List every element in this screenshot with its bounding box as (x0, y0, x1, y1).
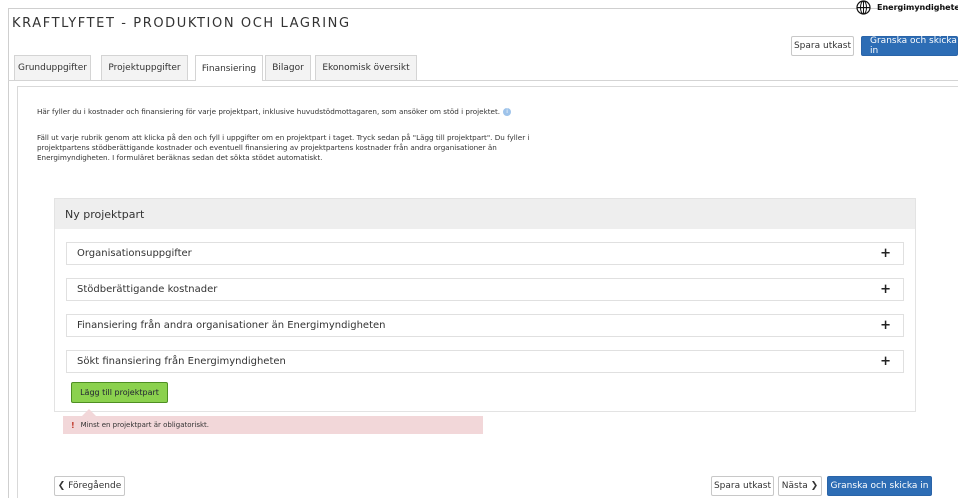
tab-grunduppgifter[interactable]: Grunduppgifter (14, 55, 91, 80)
intro-line-1: Här fyller du i kostnader och finansieri… (37, 107, 501, 116)
error-mark: ! (71, 420, 75, 430)
energimyndigheten-logo: Energimyndigheten (856, 0, 958, 15)
header-save-draft-button[interactable]: Spara utkast (791, 36, 854, 56)
panel-title: Ny projektpart (55, 199, 915, 229)
footer-review-submit-button[interactable]: Granska och skicka in (827, 476, 932, 496)
accordion-stodberattigande-kostnader[interactable]: Stödberättigande kostnader + (66, 278, 904, 301)
intro-paragraph-2-line-1: Fäll ut varje rubrik genom att klicka på… (37, 133, 530, 142)
error-message: Minst en projektpart är obligatoriskt. (80, 421, 210, 429)
next-button[interactable]: Nästa ❯ (778, 476, 822, 496)
validation-error: ! Minst en projektpart är obligatoriskt. (63, 416, 483, 434)
error-pointer (82, 409, 96, 416)
expand-plus-icon[interactable]: + (880, 282, 891, 297)
info-icon[interactable]: i (503, 108, 512, 116)
accordion-finansiering-andra-organisationer[interactable]: Finansiering från andra organisationer ä… (66, 314, 904, 337)
expand-plus-icon[interactable]: + (880, 318, 891, 333)
intro-paragraph-2-line-2: projektpartens stödberättigande kostnade… (37, 143, 497, 152)
accordion-label: Finansiering från andra organisationer ä… (77, 320, 386, 331)
accordion-sokt-finansiering[interactable]: Sökt finansiering från Energimyndigheten… (66, 350, 904, 373)
tab-ekonomisk-oversikt[interactable]: Ekonomisk översikt (315, 55, 417, 80)
expand-plus-icon[interactable]: + (880, 354, 891, 369)
accordion-organisationsuppgifter[interactable]: Organisationsuppgifter + (66, 242, 904, 265)
logo-text: Energimyndigheten (877, 3, 958, 12)
footer-save-draft-button[interactable]: Spara utkast (711, 476, 774, 496)
accordion-label: Organisationsuppgifter (77, 248, 192, 259)
tab-finansiering[interactable]: Finansiering (195, 55, 263, 81)
previous-button[interactable]: ❮ Föregående (54, 476, 125, 496)
tab-bilagor[interactable]: Bilagor (265, 55, 311, 80)
accordion-label: Sökt finansiering från Energimyndigheten (77, 356, 286, 367)
tab-projektuppgifter[interactable]: Projektuppgifter (101, 55, 188, 80)
intro-text: Här fyller du i kostnader och finansieri… (37, 107, 512, 116)
page-title: KRAFTLYFTET - PRODUKTION OCH LAGRING (12, 16, 351, 31)
expand-plus-icon[interactable]: + (880, 246, 891, 261)
tab-bar: Grunduppgifter Projektuppgifter Finansie… (8, 55, 958, 81)
project-party-panel: Ny projektpart Organisationsuppgifter + … (54, 198, 916, 412)
intro-paragraph-2-line-3: Energimyndigheten. I formuläret beräknas… (37, 153, 323, 162)
header-review-submit-button[interactable]: Granska och skicka in (861, 36, 958, 56)
accordion-label: Stödberättigande kostnader (77, 284, 218, 295)
globe-logo-icon (856, 0, 871, 15)
add-project-party-button[interactable]: Lägg till projektpart (71, 382, 168, 403)
